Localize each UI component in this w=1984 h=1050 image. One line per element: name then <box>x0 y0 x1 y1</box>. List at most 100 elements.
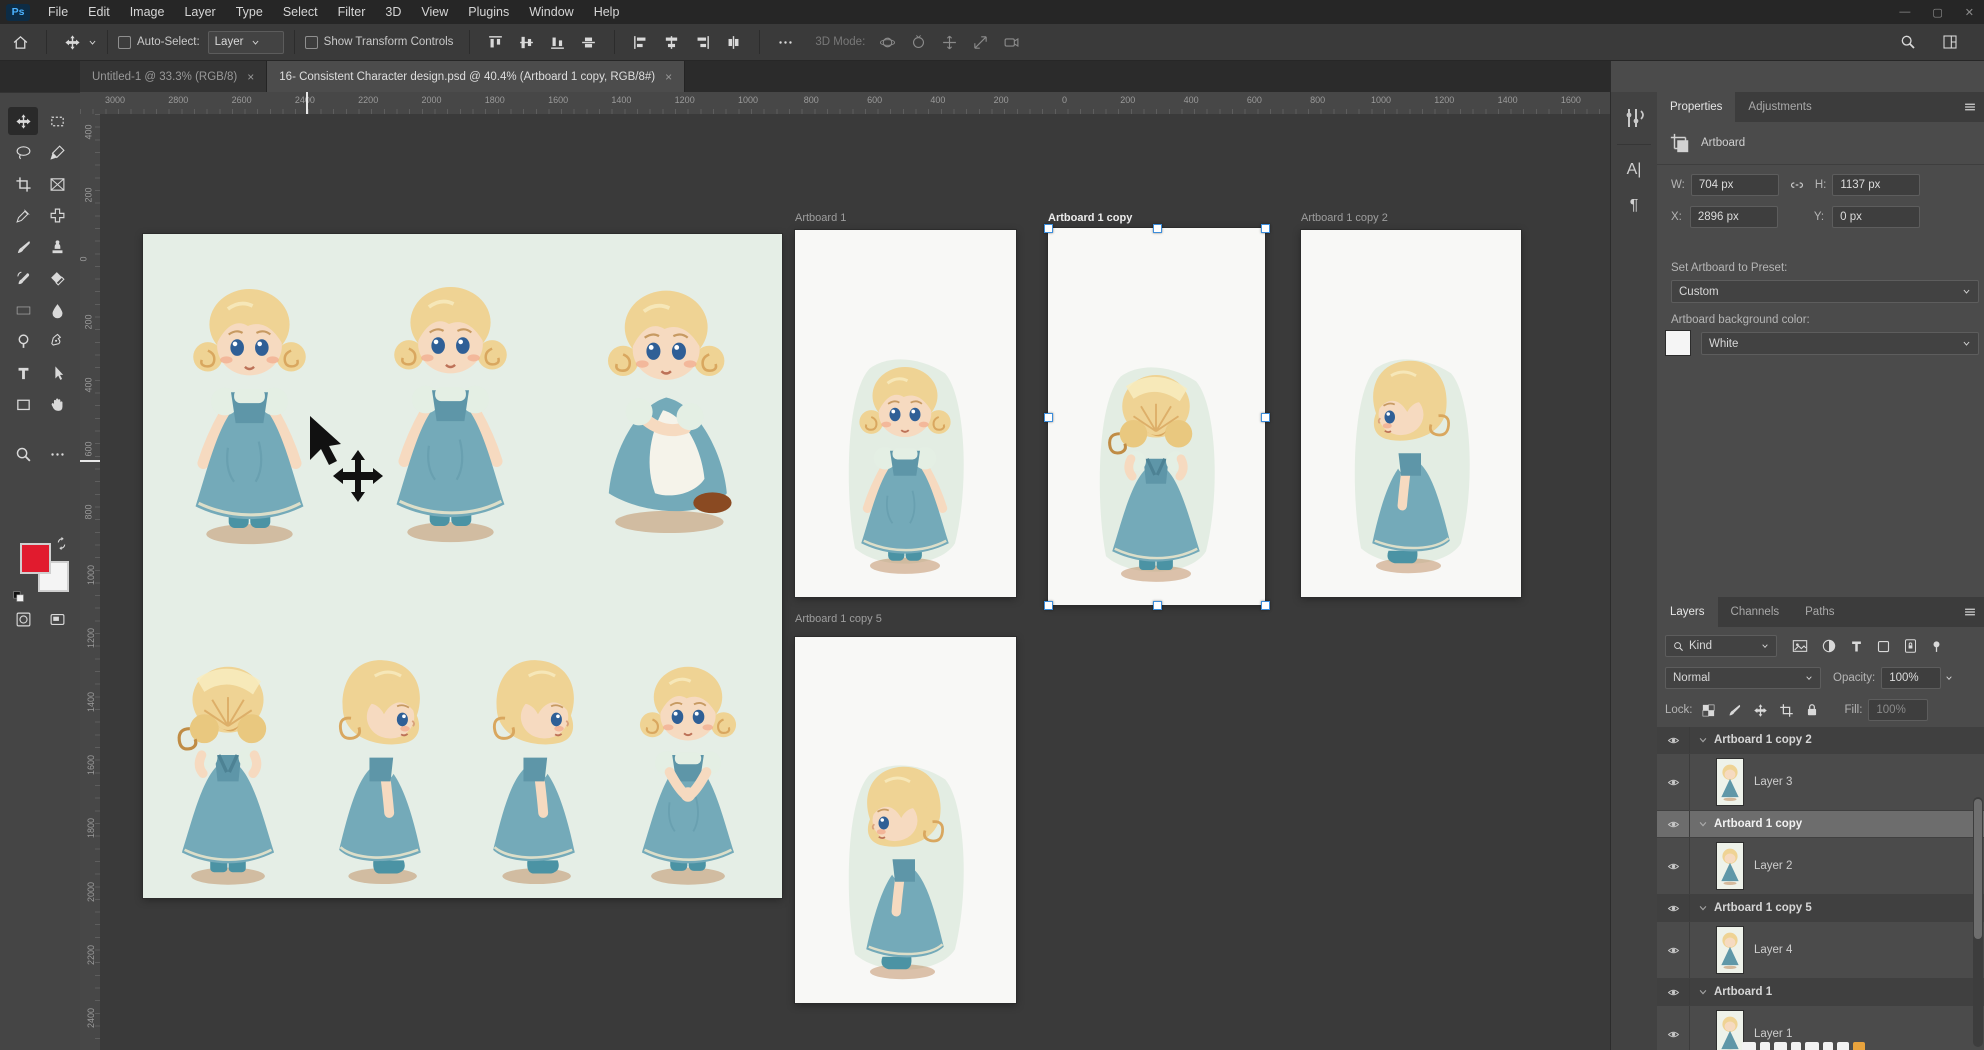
tab-channels[interactable]: Channels <box>1718 597 1793 627</box>
transform-handle[interactable] <box>1044 413 1053 422</box>
eraser-tool[interactable] <box>42 265 72 293</box>
align-left-icon[interactable] <box>632 34 649 51</box>
artboard-row-artboard-1-copy-5[interactable]: Artboard 1 copy 5 <box>1657 895 1984 922</box>
pathsel-tool[interactable] <box>42 359 72 387</box>
lock-all-icon[interactable] <box>1805 702 1819 718</box>
show-transform-checkbox[interactable] <box>305 36 318 49</box>
visibility-toggle[interactable] <box>1657 838 1690 894</box>
menu-select[interactable]: Select <box>273 0 328 24</box>
expand-chevron-icon[interactable] <box>1698 735 1708 745</box>
workspace-switcher-icon[interactable] <box>1942 34 1958 50</box>
align-bottom-icon[interactable] <box>549 34 566 51</box>
transform-handle[interactable] <box>1153 224 1162 233</box>
swap-colors-icon[interactable] <box>55 537 68 550</box>
lock-artboard-nesting-icon[interactable] <box>1779 703 1794 718</box>
visibility-toggle[interactable] <box>1657 922 1690 978</box>
visibility-toggle[interactable] <box>1657 811 1690 837</box>
menu-help[interactable]: Help <box>584 0 630 24</box>
foreground-color-swatch[interactable] <box>20 543 51 574</box>
reference-image[interactable] <box>143 234 782 898</box>
x-field[interactable]: 2896 px <box>1690 206 1778 228</box>
heal-tool[interactable] <box>42 202 72 230</box>
dodge-tool[interactable] <box>8 328 38 356</box>
transform-handle[interactable] <box>1261 601 1270 610</box>
opacity-field[interactable]: 100% <box>1881 667 1941 689</box>
expand-chevron-icon[interactable] <box>1698 987 1708 997</box>
hbrush-tool[interactable] <box>8 265 38 293</box>
lock-position-icon[interactable] <box>1753 703 1768 718</box>
blur-tool[interactable] <box>42 296 72 324</box>
document-tab-character-design[interactable]: 16- Consistent Character design.psd @ 40… <box>267 61 685 92</box>
menu-view[interactable]: View <box>411 0 458 24</box>
preset-dropdown[interactable]: Custom <box>1671 280 1979 303</box>
align-right-icon[interactable] <box>694 34 711 51</box>
menu-plugins[interactable]: Plugins <box>458 0 519 24</box>
layer-row-layer-4[interactable]: Layer 4 <box>1657 922 1984 979</box>
artboard-1-copy[interactable] <box>1048 228 1265 605</box>
rect-tool[interactable] <box>8 391 38 419</box>
filter-toggle-icon[interactable] <box>1930 638 1943 655</box>
artboard-1[interactable] <box>795 230 1016 597</box>
panel-menu-icon[interactable] <box>1963 606 1977 618</box>
transform-handle[interactable] <box>1261 224 1270 233</box>
menu-filter[interactable]: Filter <box>328 0 376 24</box>
marquee-tool[interactable] <box>42 107 72 135</box>
filter-shape-layers-icon[interactable] <box>1876 639 1891 654</box>
height-field[interactable]: 1137 px <box>1832 174 1920 196</box>
stamp-tool[interactable] <box>42 233 72 261</box>
gradient-tool[interactable] <box>8 296 38 324</box>
layer-thumbnail[interactable] <box>1716 926 1744 974</box>
distribute-vertical-icon[interactable] <box>580 34 597 51</box>
pen-tool[interactable] <box>42 328 72 356</box>
brush-settings-panel-icon[interactable] <box>1622 106 1646 130</box>
frame-tool[interactable] <box>42 170 72 198</box>
artboard-row-artboard-1-copy-2[interactable]: Artboard 1 copy 2 <box>1657 727 1984 754</box>
artboard-label[interactable]: Artboard 1 copy 2 <box>1301 212 1388 224</box>
filter-smart-objects-icon[interactable] <box>1903 638 1918 654</box>
tab-adjustments[interactable]: Adjustments <box>1735 92 1824 122</box>
layer-row-layer-3[interactable]: Layer 3 <box>1657 754 1984 811</box>
artboard-label[interactable]: Artboard 1 <box>795 212 846 224</box>
filter-kind-dropdown[interactable]: Kind <box>1665 635 1777 657</box>
type-tool[interactable] <box>8 359 38 387</box>
artboard-row-artboard-1-copy[interactable]: Artboard 1 copy <box>1657 811 1984 838</box>
menu-layer[interactable]: Layer <box>174 0 225 24</box>
artboard-label-selected[interactable]: Artboard 1 copy <box>1048 212 1132 224</box>
filter-adjustment-layers-icon[interactable] <box>1821 638 1837 654</box>
menu-file[interactable]: File <box>38 0 78 24</box>
more-options-icon[interactable] <box>777 34 794 51</box>
menu-image[interactable]: Image <box>120 0 175 24</box>
width-field[interactable]: 704 px <box>1691 174 1779 196</box>
close-icon[interactable]: ✕ <box>1965 6 1974 19</box>
visibility-toggle[interactable] <box>1657 895 1690 921</box>
artboard-row-artboard-1[interactable]: Artboard 1 <box>1657 979 1984 1006</box>
layer-thumbnail[interactable] <box>1716 842 1744 890</box>
filter-pixel-layers-icon[interactable] <box>1791 638 1809 654</box>
qselect-tool[interactable] <box>42 139 72 167</box>
brush-tool[interactable] <box>8 233 38 261</box>
tab-close-icon[interactable]: × <box>665 70 672 84</box>
default-colors-icon[interactable] <box>12 590 25 603</box>
distribute-horizontal-icon[interactable] <box>725 34 742 51</box>
transform-handle[interactable] <box>1261 413 1270 422</box>
y-field[interactable]: 0 px <box>1832 206 1920 228</box>
lasso-tool[interactable] <box>8 139 38 167</box>
layer-row-layer-2[interactable]: Layer 2 <box>1657 838 1984 895</box>
hand-tool[interactable] <box>42 391 72 419</box>
tab-close-icon[interactable]: × <box>247 70 254 84</box>
document-tab-untitled[interactable]: Untitled-1 @ 33.3% (RGB/8) × <box>80 61 267 92</box>
menu-window[interactable]: Window <box>519 0 583 24</box>
character-panel-icon[interactable]: A| <box>1622 158 1646 182</box>
horizontal-ruler[interactable]: 3000280026002400220020001800160014001200… <box>80 92 1610 115</box>
lock-image-pixels-icon[interactable] <box>1727 703 1742 718</box>
vertical-ruler[interactable]: 4002000200400600800100012001400160018002… <box>80 114 101 1050</box>
layer-thumbnail[interactable] <box>1716 1010 1744 1050</box>
artboard-1-copy-5[interactable] <box>795 637 1016 1003</box>
home-icon[interactable] <box>12 34 29 51</box>
screen-mode-button[interactable] <box>42 605 72 633</box>
menu-type[interactable]: Type <box>226 0 273 24</box>
maximize-icon[interactable]: ▢ <box>1932 6 1942 19</box>
background-color-dropdown[interactable]: White <box>1701 332 1979 355</box>
tab-paths[interactable]: Paths <box>1792 597 1847 627</box>
expand-chevron-icon[interactable] <box>1698 819 1708 829</box>
